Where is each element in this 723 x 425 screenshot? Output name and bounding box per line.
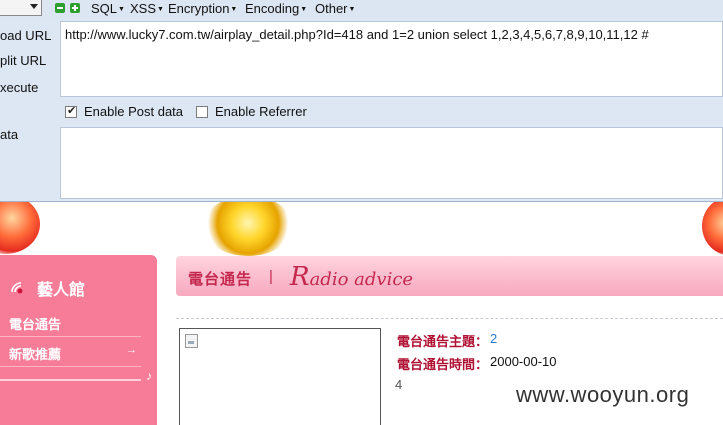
menu-other[interactable]: Other▼ bbox=[315, 1, 355, 16]
menu-xss[interactable]: XSS▼ bbox=[130, 1, 164, 16]
header-separator: | bbox=[269, 268, 273, 285]
post-data-label: ata bbox=[0, 127, 19, 142]
hackbar-toolbar: SQL▼ XSS▼ Encryption▼ Encoding▼ Other▼ o… bbox=[0, 0, 723, 202]
enable-referrer-checkbox[interactable] bbox=[196, 106, 208, 118]
caret-down-icon: ▼ bbox=[348, 6, 356, 13]
section-title: 電台通告 bbox=[188, 271, 253, 288]
sidebar-item-new-songs[interactable]: 新歌推薦 → bbox=[0, 338, 141, 367]
hackbar-menu-row: SQL▼ XSS▼ Encryption▼ Encoding▼ Other▼ bbox=[0, 0, 723, 18]
load-url-button[interactable]: oad URL bbox=[0, 28, 51, 43]
hackbar-options-row: Enable Post data Enable Referrer bbox=[60, 98, 723, 126]
decoration-center-image bbox=[203, 202, 293, 256]
plus-icon[interactable] bbox=[70, 3, 80, 13]
sidebar-item-radio-notice[interactable]: 電台通告 bbox=[0, 308, 141, 337]
caret-down-icon: ▼ bbox=[230, 6, 238, 13]
decoration-right-image bbox=[702, 202, 723, 256]
decoration-left-image bbox=[0, 202, 40, 254]
enable-post-label[interactable]: Enable Post data bbox=[84, 104, 183, 119]
caret-down-icon: ▼ bbox=[118, 6, 125, 13]
menu-xss-label: XSS bbox=[130, 1, 157, 16]
music-note-icon: ♪ bbox=[146, 369, 152, 383]
caret-down-icon: ▼ bbox=[300, 6, 308, 13]
theme-label: 電台通告主題： bbox=[397, 334, 489, 349]
menu-sql-label: SQL bbox=[91, 1, 118, 16]
chevron-down-icon bbox=[30, 4, 38, 9]
arrow-right-icon: → bbox=[126, 344, 137, 356]
sidebar: 藝人館 電台通告 新歌推薦 → ♪ bbox=[0, 255, 157, 425]
enable-referrer-label[interactable]: Enable Referrer bbox=[215, 104, 307, 119]
caret-down-icon: ▼ bbox=[157, 6, 164, 13]
menu-encryption[interactable]: Encryption▼ bbox=[168, 1, 237, 16]
sidebar-item-label: 新歌推薦 bbox=[9, 347, 62, 362]
sidebar-divider bbox=[0, 379, 141, 381]
split-url-button[interactable]: plit URL bbox=[0, 53, 46, 68]
broken-image-icon bbox=[185, 334, 198, 348]
post-data-input[interactable] bbox=[60, 127, 723, 199]
enable-post-checkbox[interactable] bbox=[65, 104, 77, 118]
url-input[interactable]: http://www.lucky7.com.tw/airplay_detail.… bbox=[60, 21, 723, 97]
sidebar-item-label: 電台通告 bbox=[9, 317, 62, 332]
menu-sql[interactable]: SQL▼ bbox=[91, 1, 125, 16]
watermark: www.wooyun.org bbox=[516, 382, 690, 407]
theme-value: 2 bbox=[490, 331, 498, 346]
sidebar-title: 藝人館 bbox=[37, 282, 86, 299]
time-value: 2000-00-10 bbox=[490, 354, 557, 369]
execute-button[interactable]: xecute bbox=[0, 80, 38, 95]
hackbar-dropdown[interactable] bbox=[0, 0, 42, 16]
body-value: 4 bbox=[395, 377, 403, 392]
menu-encryption-label: Encryption bbox=[168, 1, 230, 16]
time-label: 電台通告時間： bbox=[397, 357, 489, 372]
section-script-title: Radio advice bbox=[290, 262, 413, 292]
section-header: 電台通告 | Radio advice bbox=[176, 256, 723, 296]
minus-icon[interactable] bbox=[55, 3, 65, 13]
menu-encoding-label: Encoding bbox=[245, 1, 300, 16]
script-title-capital: R bbox=[290, 262, 310, 292]
menu-encoding[interactable]: Encoding▼ bbox=[245, 1, 307, 16]
script-title-rest: adio advice bbox=[309, 269, 414, 290]
detail-content: 電台通告主題： 2 電台通告時間： 2000-00-10 4 bbox=[176, 318, 723, 425]
menu-other-label: Other bbox=[315, 1, 348, 16]
notice-image bbox=[179, 328, 381, 425]
radio-wave-icon bbox=[11, 282, 23, 294]
